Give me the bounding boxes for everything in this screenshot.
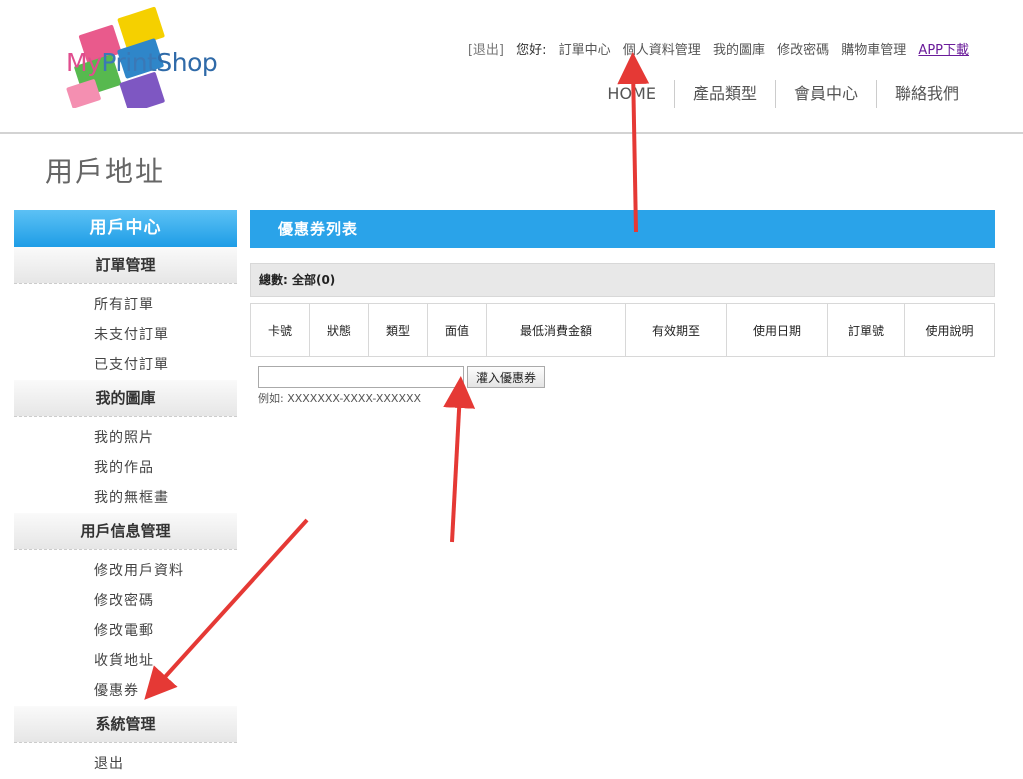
logout-link[interactable]: [退出] (468, 39, 504, 58)
load-coupon-button[interactable]: 灌入優惠券 (467, 366, 546, 388)
sidebar-item-paid-orders[interactable]: 已支付訂單 (14, 350, 237, 380)
sidebar-group-user-info: 用戶信息管理 (14, 513, 237, 550)
sidebar-item-my-photos[interactable]: 我的照片 (14, 423, 237, 453)
sidebar-item-change-password[interactable]: 修改密碼 (14, 586, 237, 616)
nav-home[interactable]: HOME (589, 80, 674, 108)
sidebar-item-coupons[interactable]: 優惠券 (14, 676, 237, 706)
sidebar-item-change-email[interactable]: 修改電郵 (14, 616, 237, 646)
cart-link[interactable]: 購物車管理 (841, 39, 906, 58)
site-logo[interactable]: MyPrintShop (50, 6, 240, 114)
nav-products[interactable]: 產品類型 (673, 80, 775, 108)
col-min-spend: 最低消費金額 (486, 303, 626, 357)
greeting-text: 您好: (516, 43, 547, 58)
coupon-example-text: 例如: XXXXXXX-XXXX-XXXXXX (258, 392, 422, 405)
sidebar-item-all-orders[interactable]: 所有訂單 (14, 290, 237, 320)
table-header-row: 卡號 狀態 類型 面值 最低消費金額 有效期至 使用日期 訂單號 使用說明 (250, 303, 995, 357)
top-links: [退出] 您好: 訂單中心 個人資料管理 我的圖庫 修改密碼 購物車管理 APP… (460, 39, 969, 58)
sidebar-group-orders: 訂單管理 (14, 247, 237, 284)
sidebar-group-system: 系統管理 (14, 706, 237, 743)
coupon-entry-row: 灌入優惠券 (258, 366, 995, 388)
main-nav: HOME 產品類型 會員中心 聯絡我們 (589, 80, 977, 108)
my-gallery-link[interactable]: 我的圖庫 (713, 39, 765, 58)
col-used-date: 使用日期 (726, 303, 828, 357)
site-header: MyPrintShop [退出] 您好: 訂單中心 個人資料管理 我的圖庫 修改… (0, 0, 1023, 134)
col-status: 狀態 (309, 303, 369, 357)
sidebar-item-unpaid-orders[interactable]: 未支付訂單 (14, 320, 237, 350)
sidebar: 用戶中心 訂單管理 所有訂單 未支付訂單 已支付訂單 我的圖庫 我的照片 我的作… (14, 210, 237, 779)
col-type: 類型 (368, 303, 428, 357)
logo-text: MyPrintShop (66, 48, 218, 77)
col-order-number: 訂單號 (827, 303, 905, 357)
profile-link[interactable]: 個人資料管理 (623, 39, 701, 58)
page-title: 用戶地址 (45, 155, 166, 188)
col-card-number: 卡號 (250, 303, 310, 357)
sidebar-item-frameless[interactable]: 我的無框畫 (14, 483, 237, 513)
col-valid-until: 有效期至 (625, 303, 727, 357)
coupon-summary: 總數: 全部(0) (250, 263, 995, 297)
panel-title: 優惠券列表 (250, 210, 995, 248)
nav-member-center[interactable]: 會員中心 (774, 80, 876, 108)
app-download-link[interactable]: APP下載 (918, 39, 969, 58)
sidebar-title: 用戶中心 (14, 210, 237, 247)
order-center-link[interactable]: 訂單中心 (559, 39, 611, 58)
sidebar-item-my-works[interactable]: 我的作品 (14, 453, 237, 483)
coupon-code-input[interactable] (258, 366, 464, 388)
col-face-value: 面值 (427, 303, 487, 357)
nav-contact[interactable]: 聯絡我們 (875, 80, 977, 108)
col-usage-note: 使用說明 (904, 303, 995, 357)
coupon-table: 卡號 狀態 類型 面值 最低消費金額 有效期至 使用日期 訂單號 使用說明 (250, 303, 995, 357)
sidebar-group-gallery: 我的圖庫 (14, 380, 237, 417)
main-content: 優惠券列表 總數: 全部(0) 卡號 狀態 類型 面值 最低消費金額 有效期至 … (250, 210, 995, 406)
sidebar-item-logout[interactable]: 退出 (14, 749, 237, 779)
change-password-link[interactable]: 修改密碼 (777, 39, 829, 58)
arrow-to-coupon-input (443, 376, 476, 543)
sidebar-item-shipping-address[interactable]: 收貨地址 (14, 646, 237, 676)
sidebar-item-edit-profile[interactable]: 修改用戶資料 (14, 556, 237, 586)
